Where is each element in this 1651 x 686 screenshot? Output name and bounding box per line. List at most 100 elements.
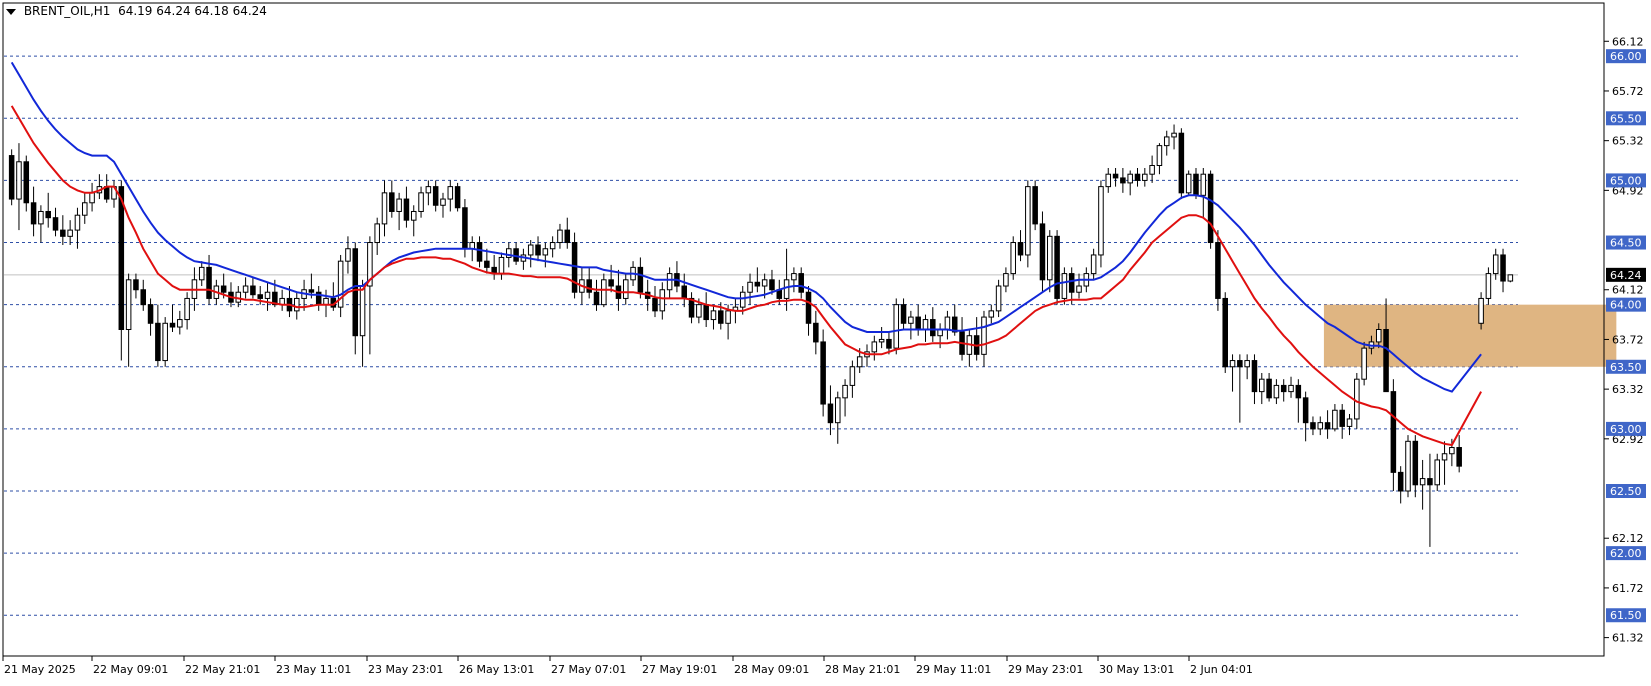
time-tick-label: 21 May 2025	[4, 663, 76, 676]
bull-candle	[1061, 273, 1068, 299]
time-tick-label: 26 May 13:01	[459, 663, 534, 676]
bear-candle	[403, 198, 410, 221]
bear-candle	[1302, 397, 1309, 424]
bull-candle	[1419, 478, 1426, 486]
bear-candle	[900, 304, 907, 324]
bear-candle	[1397, 471, 1404, 492]
bear-candle	[169, 322, 176, 328]
bear-candle	[1215, 242, 1221, 299]
bear-candle	[1310, 422, 1316, 430]
bull-candle	[791, 273, 797, 281]
bear-candle	[155, 322, 161, 362]
bear-candle	[1456, 447, 1462, 467]
bear-candle	[60, 229, 66, 237]
bear-candle	[703, 304, 709, 321]
bull-candle	[184, 297, 190, 321]
bear-candle	[1017, 242, 1024, 256]
bull-candle	[696, 304, 702, 318]
bull-candle	[1288, 384, 1294, 393]
bull-candle	[893, 304, 900, 349]
bear-candle	[535, 244, 541, 256]
level-badge-label: 62.00	[1610, 547, 1642, 560]
bull-candle	[345, 248, 351, 262]
bull-candle	[908, 316, 914, 324]
bear-candle	[593, 291, 600, 306]
bull-candle	[425, 186, 432, 194]
bull-candle	[922, 319, 929, 330]
bear-candle	[1383, 329, 1389, 393]
bull-candle	[1259, 378, 1265, 393]
bull-candle	[381, 192, 388, 225]
time-tick-label: 23 May 23:01	[368, 663, 443, 676]
bear-candle	[1068, 273, 1075, 293]
time-tick-label: 23 May 11:01	[276, 663, 351, 676]
bear-candle	[1390, 391, 1397, 473]
bull-candle	[1090, 254, 1097, 275]
symbol-label: BRENT_OIL,H1	[23, 4, 111, 18]
time-tick-label: 29 May 23:01	[1008, 663, 1083, 676]
bull-candle	[549, 242, 556, 250]
bull-candle	[1149, 165, 1155, 175]
bear-candle	[352, 248, 359, 337]
bear-candle	[8, 155, 15, 200]
level-badge-label: 65.50	[1610, 112, 1642, 125]
collapse-triangle-icon[interactable]	[6, 8, 16, 15]
price-tick-label: 61.72	[1612, 582, 1644, 595]
bull-candle	[264, 291, 271, 299]
bull-candle	[410, 210, 417, 221]
price-tick-label: 63.72	[1612, 333, 1644, 346]
bull-candle	[498, 256, 505, 275]
bear-candle	[915, 316, 921, 330]
bear-candle	[220, 285, 227, 293]
time-tick-label: 29 May 11:01	[916, 663, 991, 676]
bear-candle	[476, 242, 483, 262]
bull-candle	[995, 285, 1002, 312]
bear-candle	[1412, 440, 1419, 486]
level-badge-label: 63.50	[1610, 361, 1642, 374]
bull-candle	[1434, 459, 1441, 486]
bull-candle	[1185, 173, 1192, 194]
time-tick-label: 27 May 19:01	[642, 663, 717, 676]
bear-candle	[52, 217, 59, 231]
bull-candle	[944, 316, 951, 330]
bull-candle	[67, 229, 73, 237]
bear-candle	[1032, 186, 1038, 225]
bull-candle	[1244, 360, 1250, 368]
price-tick-label: 63.32	[1612, 383, 1644, 396]
bull-candle	[761, 279, 768, 287]
bear-candle	[484, 260, 490, 268]
time-tick-label: 22 May 09:01	[93, 663, 168, 676]
bear-candle	[462, 207, 468, 250]
bear-candle	[1295, 384, 1302, 399]
price-tick-label: 65.72	[1612, 85, 1644, 98]
bear-candle	[769, 279, 775, 291]
bear-candle	[206, 266, 212, 299]
bull-candle	[1507, 274, 1514, 282]
price-tick-label: 65.32	[1612, 135, 1644, 148]
bear-candle	[1251, 360, 1258, 393]
time-tick-label: 22 May 21:01	[185, 663, 260, 676]
bull-candle	[725, 310, 731, 324]
time-tick-label: 28 May 21:01	[825, 663, 900, 676]
bull-candle	[739, 291, 746, 308]
level-badge-label: 64.00	[1610, 299, 1642, 312]
bull-candle	[1375, 329, 1382, 343]
bear-candle	[718, 310, 724, 324]
bear-candle	[1266, 378, 1272, 399]
bull-candle	[856, 356, 863, 368]
bull-candle	[1171, 132, 1177, 138]
bull-candle	[81, 202, 88, 216]
bull-candle	[1332, 409, 1338, 430]
bear-candle	[1193, 173, 1199, 196]
bull-candle	[1441, 453, 1448, 461]
bull-candle	[1449, 447, 1455, 455]
bull-candle	[659, 289, 666, 312]
bear-candle	[886, 338, 892, 349]
bull-candle	[16, 161, 22, 200]
bull-candle	[38, 210, 44, 225]
ohlc-readout: 64.19 64.24 64.18 64.24	[118, 4, 267, 18]
bull-candle	[1098, 186, 1104, 256]
current-price-label: 64.24	[1610, 269, 1642, 282]
bull-candle	[1405, 440, 1411, 492]
bull-candle	[871, 341, 878, 353]
